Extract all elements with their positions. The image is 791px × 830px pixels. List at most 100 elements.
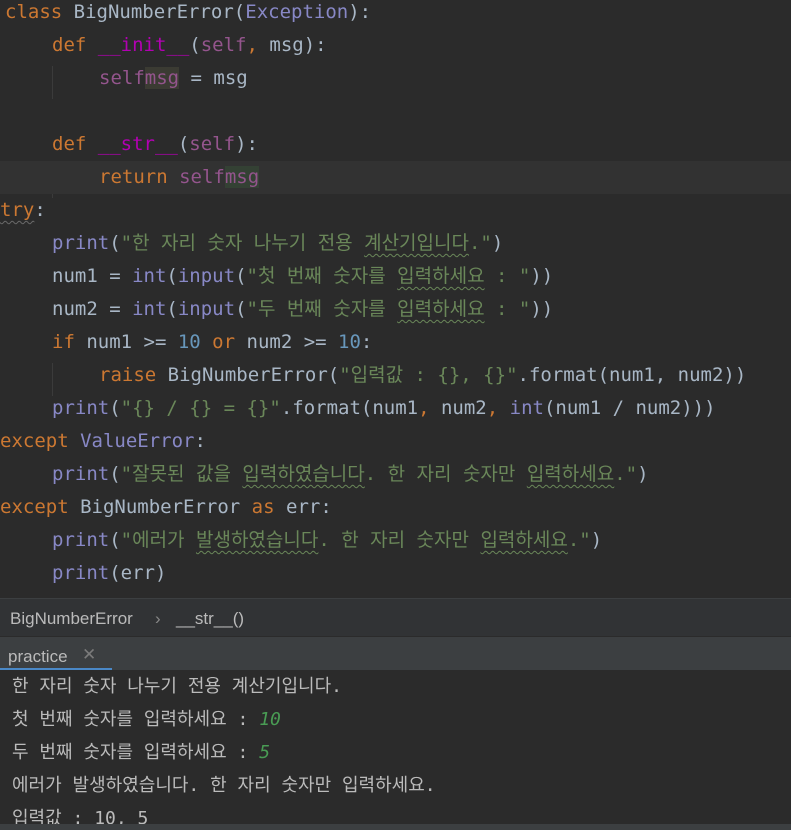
paren: ( (109, 397, 121, 419)
paren: ( (235, 298, 247, 320)
number: 10 (177, 331, 201, 353)
paren: ( (189, 34, 201, 56)
code-line[interactable]: class BigNumberError(Exception): (0, 0, 791, 29)
paren: ( (109, 463, 121, 485)
code-line[interactable]: except ValueError: (0, 425, 791, 458)
assignment: num2 = (52, 298, 133, 320)
builtin: Exception (245, 1, 349, 23)
string: . 한 자리 숫자만 (364, 463, 527, 485)
console-line: 한 자리 숫자 나누기 전용 계산기입니다. (12, 676, 342, 697)
self-param: self (200, 34, 247, 56)
attribute: msg (144, 67, 180, 89)
code-line[interactable]: print(err) (0, 557, 791, 590)
builtin: print (52, 529, 110, 551)
class-name: BigNumberError (73, 1, 234, 23)
keyword: try (0, 199, 35, 221)
variable: err: (286, 496, 332, 518)
breadcrumb-class[interactable]: BigNumberError (10, 609, 133, 629)
paren: ) (491, 232, 504, 254)
string: ." (614, 463, 638, 485)
console-user-input: 5 (259, 742, 271, 763)
builtin: int (509, 397, 544, 419)
string: "에러가 (120, 529, 196, 551)
code-line[interactable]: def __init__(self, msg): (0, 29, 791, 62)
method-name: __str__ (97, 133, 178, 155)
paren: ( (109, 232, 121, 254)
code-line[interactable]: num2 = int(input("두 번째 숫자를 입력하세요 : ")) (0, 293, 791, 326)
console-line: 두 번째 숫자를 입력하세요 : 5 (12, 738, 270, 764)
builtin: print (52, 397, 110, 419)
call: BigNumberError( (167, 364, 340, 386)
string: 입력하세요 (397, 265, 485, 287)
close-icon[interactable]: ✕ (82, 645, 96, 665)
keyword: raise (99, 364, 168, 386)
keyword: def (52, 133, 98, 155)
comma: , (246, 34, 270, 56)
paren: )) (530, 265, 554, 287)
run-console[interactable]: 한 자리 숫자 나누기 전용 계산기입니다. 첫 번째 숫자를 입력하세요 : … (0, 670, 791, 830)
code-line[interactable]: print("에러가 발생하였습니다. 한 자리 숫자만 입력하세요.") (0, 524, 791, 557)
string: 입력하세요 (480, 529, 568, 551)
console-line: 에러가 발생하였습니다. 한 자리 숫자만 입력하세요. (12, 775, 436, 796)
code-line[interactable]: num1 = int(input("첫 번째 숫자를 입력하세요 : ")) (0, 260, 791, 293)
string: 입력하였습니다 (242, 463, 365, 485)
code-line[interactable]: print("한 자리 숫자 나누기 전용 계산기입니다.") (0, 227, 791, 260)
horizontal-scrollbar[interactable] (0, 824, 791, 830)
string: "첫 번째 숫자를 (246, 265, 398, 287)
tab-practice[interactable]: practice ✕ (0, 637, 112, 671)
code-line[interactable]: def __str__(self): (0, 128, 791, 161)
colon: : (360, 331, 373, 353)
builtin: print (52, 232, 110, 254)
comma: , (486, 397, 510, 419)
string: 계산기입니다 (364, 232, 469, 254)
breadcrumb-method[interactable]: __str__() (176, 609, 244, 629)
string: "한 자리 숫자 나누기 전용 (120, 232, 365, 254)
assignment: num1 = (52, 265, 133, 287)
code-line-current[interactable]: return selfmsg (0, 161, 791, 194)
builtin: int (132, 265, 167, 287)
string: "입력값 : {}, {}" (339, 364, 518, 386)
keyword: except (0, 496, 81, 518)
string: "두 번째 숫자를 (246, 298, 398, 320)
assignment: = msg (179, 67, 248, 89)
builtin: input (177, 298, 236, 320)
breadcrumb: BigNumberError › __str__() (0, 598, 791, 637)
string: ." (567, 529, 591, 551)
keyword: class (5, 1, 74, 23)
console-user-input: 10 (259, 709, 281, 730)
comma: , (418, 397, 441, 419)
keyword: or (200, 331, 247, 353)
paren: ( (166, 265, 178, 287)
call: (err) (109, 562, 167, 584)
run-tool-window-tabs: practice ✕ (0, 636, 791, 671)
code-editor[interactable]: class BigNumberError(Exception): def __i… (0, 0, 791, 598)
keyword: def (52, 34, 98, 56)
self-param: self (189, 133, 236, 155)
builtin: print (52, 562, 110, 584)
self-ref: self (99, 67, 145, 89)
code-line[interactable]: except BigNumberError as err: (0, 491, 791, 524)
code-line[interactable]: if num1 >= 10 or num2 >= 10: (0, 326, 791, 359)
call: (num1 / num2))) (543, 397, 716, 419)
string: 발생하였습니다 (195, 529, 319, 551)
console-prompt: 두 번째 숫자를 입력하세요 : (12, 742, 260, 763)
code-line[interactable]: selfmsg = msg (0, 62, 791, 95)
keyword: if (52, 331, 87, 353)
string: . 한 자리 숫자만 (318, 529, 481, 551)
string: : " (484, 298, 531, 320)
string: ." (468, 232, 492, 254)
paren: ) (637, 463, 649, 485)
paren: ( (233, 1, 246, 23)
expression: num1 >= (86, 331, 178, 353)
code-line[interactable]: raise BigNumberError("입력값 : {}, {}".form… (0, 359, 791, 392)
code-line[interactable]: print("{} / {} = {}".format(num1, num2, … (0, 392, 791, 425)
code-line[interactable]: print("잘못된 값을 입력하였습니다. 한 자리 숫자만 입력하세요.") (0, 458, 791, 491)
code-line[interactable]: try: (0, 194, 791, 227)
paren: ( (235, 265, 247, 287)
keyword: return (99, 166, 180, 188)
console-prompt: 첫 번째 숫자를 입력하세요 : (12, 709, 260, 730)
string: 입력하세요 (526, 463, 615, 485)
param: msg (269, 34, 304, 56)
colon: : (34, 199, 46, 221)
builtin: ValueError (80, 430, 195, 452)
